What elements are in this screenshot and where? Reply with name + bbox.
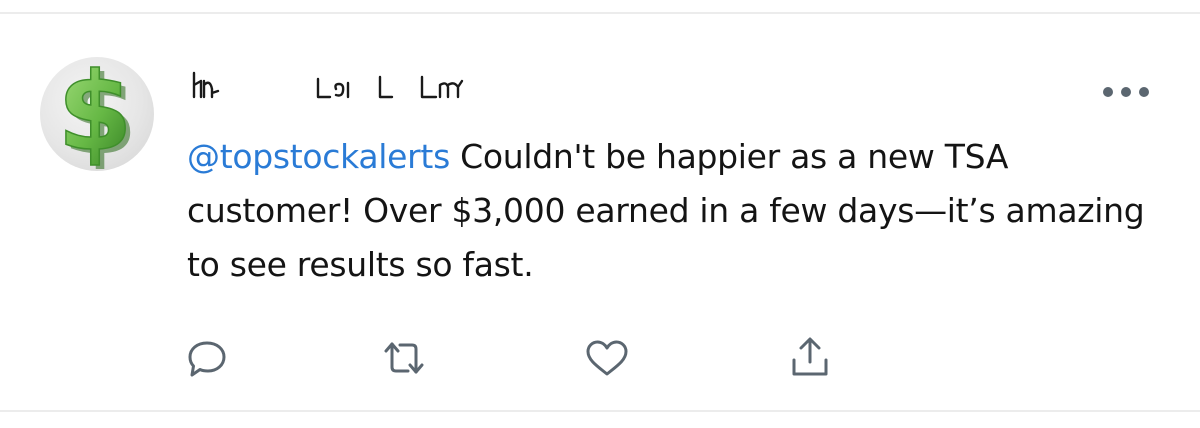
like-button[interactable] [583,336,631,380]
avatar[interactable]: $ $ [40,57,154,171]
author-name-redacted[interactable] [190,67,490,103]
retweet-button[interactable] [380,336,428,380]
retweet-icon [384,342,424,374]
redacted-name-scribble [192,71,464,99]
tweet-frame: $ $ @topstockalerts Couldn't be happier … [0,0,1200,428]
share-icon [792,337,828,376]
bottom-divider [0,410,1200,412]
heart-icon [586,340,628,376]
dollar-sign-icon: $ $ [57,57,138,171]
reply-button[interactable] [183,336,231,380]
share-button[interactable] [786,336,834,380]
mention-link[interactable]: @topstockalerts [187,137,450,176]
tweet-card[interactable]: $ $ @topstockalerts Couldn't be happier … [0,14,1200,410]
more-button[interactable] [1094,74,1158,110]
more-horizontal-icon [1103,87,1149,97]
tweet-text: @topstockalerts Couldn't be happier as a… [187,130,1177,292]
reply-icon [188,341,226,377]
avatar-glyph: $ [57,57,132,171]
